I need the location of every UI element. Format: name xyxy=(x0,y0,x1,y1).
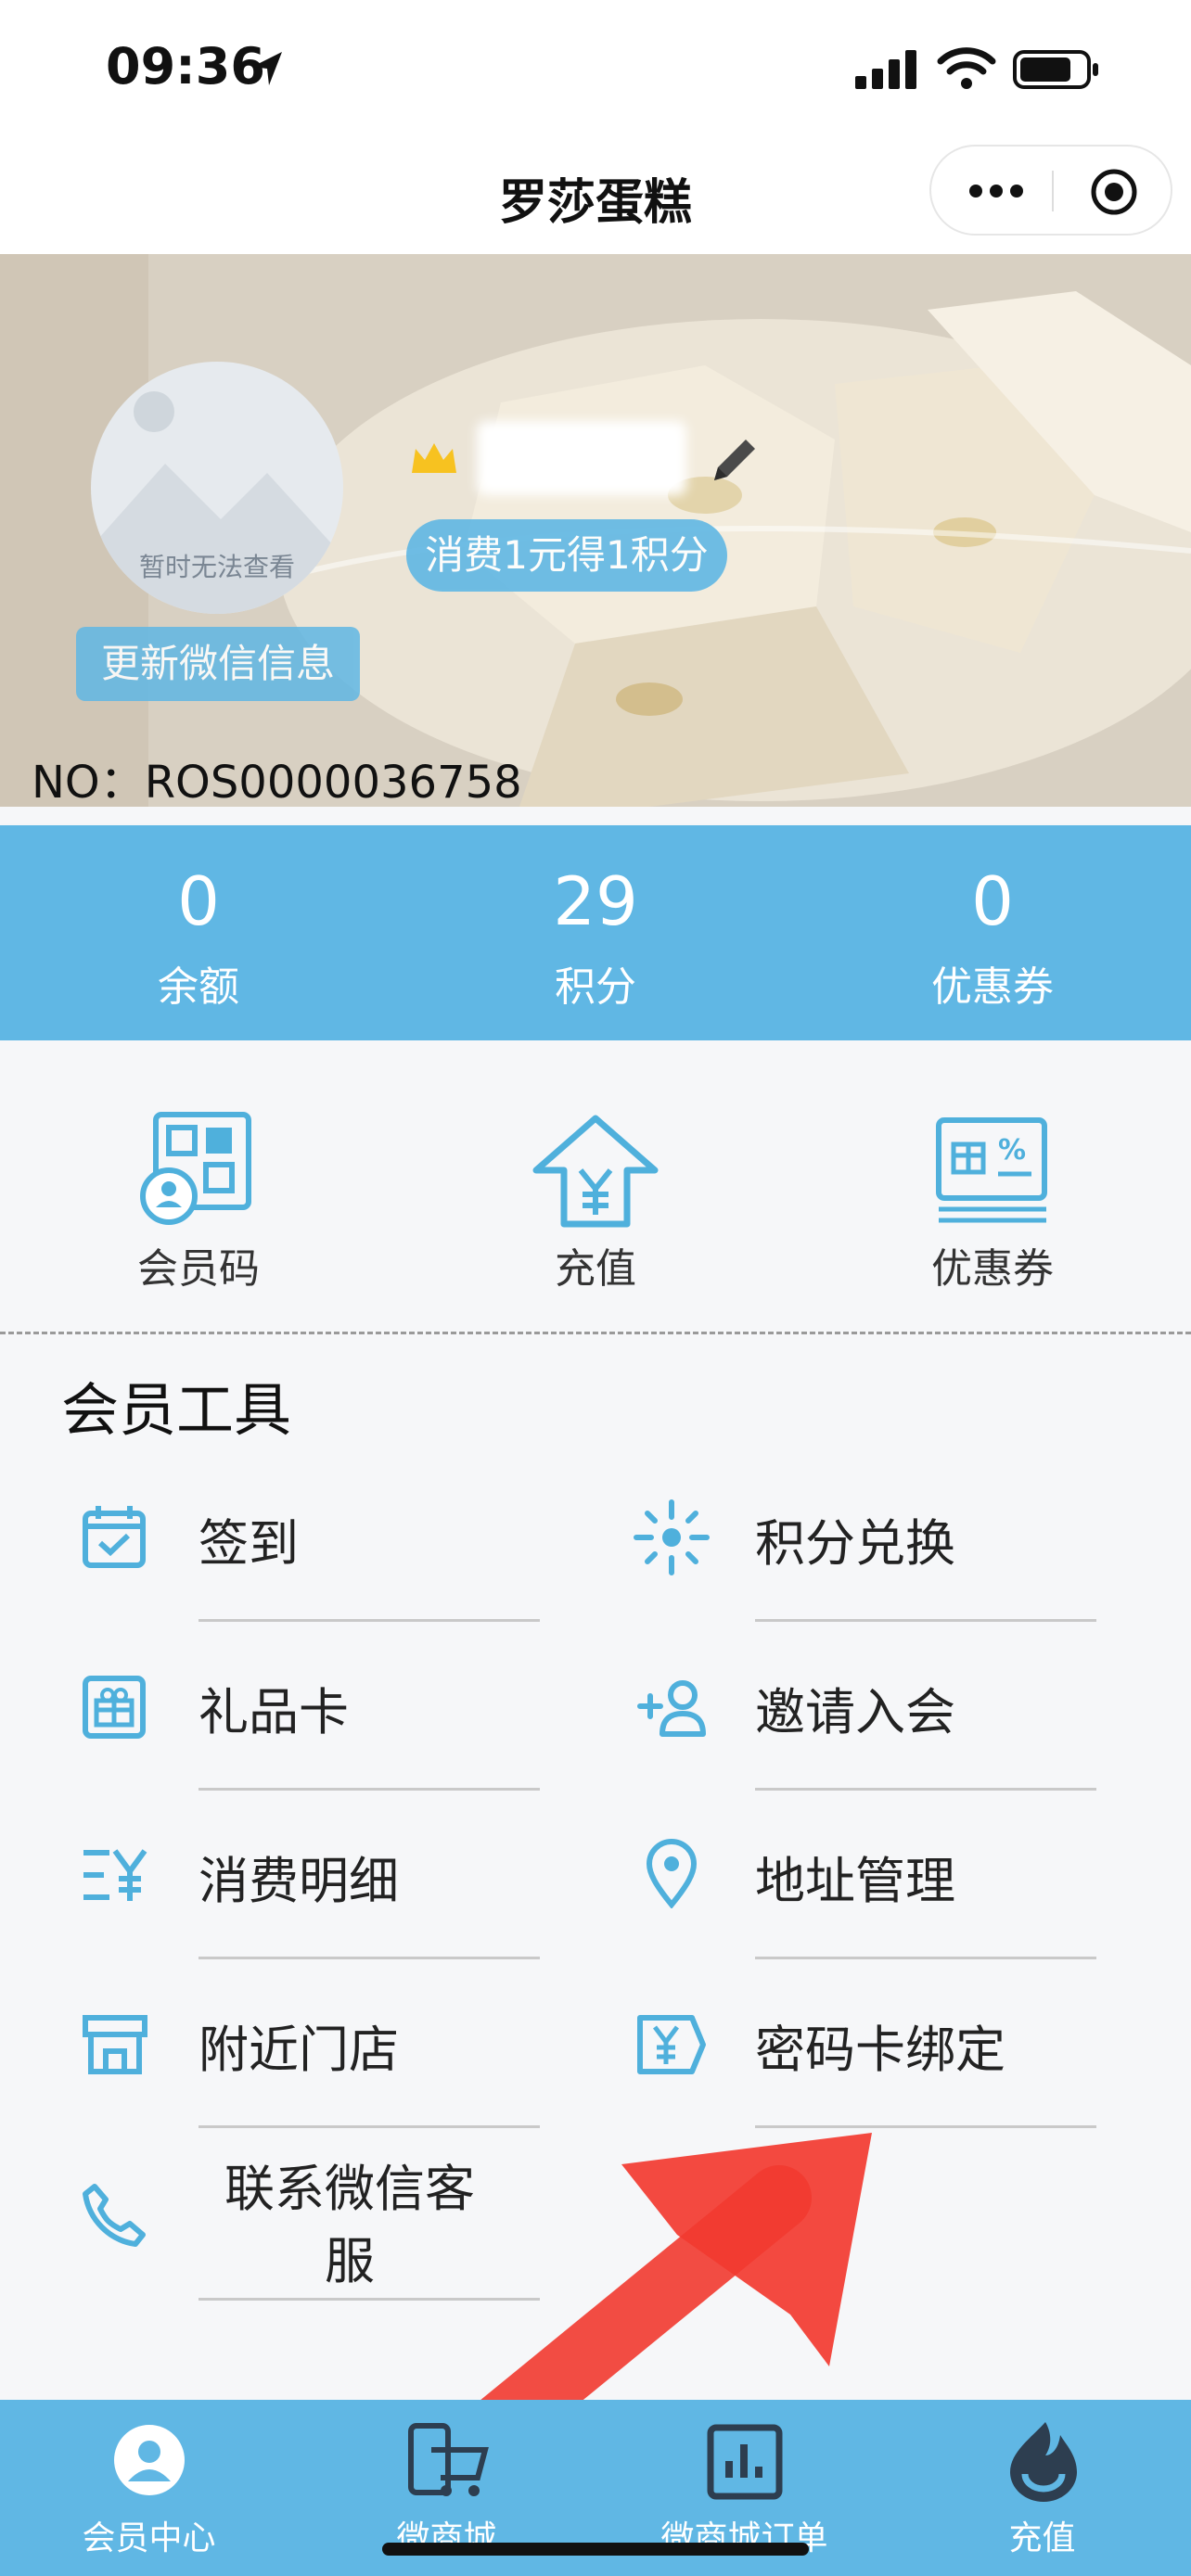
crown-icon xyxy=(412,443,456,473)
tool-divider xyxy=(755,1788,1096,1791)
coupon-icon: % xyxy=(936,1117,1047,1223)
tool-divider xyxy=(755,1619,1096,1622)
mini-program-capsule xyxy=(929,145,1172,236)
more-icon[interactable] xyxy=(967,178,1026,204)
capsule-divider xyxy=(1052,171,1054,211)
stat-label: 优惠券 xyxy=(931,963,1054,1011)
quick-label: 充值 xyxy=(555,1245,636,1293)
stat-balance[interactable]: 0 余额 xyxy=(0,825,397,1040)
store-icon xyxy=(83,2015,147,2074)
orders-chart-icon xyxy=(707,2424,783,2500)
member-qr-icon xyxy=(140,1112,251,1225)
edit-pencil-icon[interactable] xyxy=(705,430,764,490)
member-tools-title: 会员工具 xyxy=(61,1376,292,1444)
quick-coupon[interactable]: % 优惠券 xyxy=(794,1040,1191,1333)
tool-label: 密码卡绑定 xyxy=(755,2021,1005,2079)
tool-password-card[interactable]: 密码卡绑定 xyxy=(596,1962,1191,2131)
tool-points-exchange[interactable]: 积分兑换 xyxy=(596,1456,1191,1625)
member-number: NO：ROS0000036758 xyxy=(32,757,522,807)
stat-label: 余额 xyxy=(158,963,239,1011)
tool-consumption-detail[interactable]: 消费明细 xyxy=(0,1793,596,1962)
tool-label: 附近门店 xyxy=(198,2021,399,2079)
close-target-icon[interactable] xyxy=(1089,167,1139,217)
location-arrow-icon xyxy=(252,52,282,85)
quick-label: 会员码 xyxy=(137,1245,260,1293)
member-center-icon xyxy=(114,2425,185,2495)
svg-text:%: % xyxy=(998,1134,1026,1167)
tool-label: 签到 xyxy=(198,1514,299,1573)
tool-label: 积分兑换 xyxy=(755,1514,955,1573)
tab-label: 会员中心 xyxy=(82,2519,216,2557)
stat-coupons[interactable]: 0 优惠券 xyxy=(794,825,1191,1040)
profile-banner: 暂时无法查看 更新微信信息 消费1元得1积分 NO：ROS0000036758 xyxy=(0,254,1191,807)
quick-label: 优惠券 xyxy=(931,1245,1054,1293)
tool-gift-card[interactable]: 礼品卡 xyxy=(0,1625,596,1793)
tool-label: 礼品卡 xyxy=(198,1683,349,1741)
tab-recharge[interactable]: 充值 xyxy=(893,2400,1191,2576)
yen-list-icon xyxy=(83,1849,147,1901)
update-wechat-info-button[interactable]: 更新微信信息 xyxy=(76,627,360,701)
location-pin-icon xyxy=(646,1839,698,1908)
quick-member-code[interactable]: 会员码 xyxy=(0,1040,397,1333)
status-bar: 09:36 xyxy=(0,0,1191,139)
yen-ticket-icon xyxy=(637,2015,706,2074)
nickname-redacted xyxy=(477,421,686,495)
tab-member-center[interactable]: 会员中心 xyxy=(0,2400,298,2576)
points-rule-badge: 消费1元得1积分 xyxy=(406,519,727,592)
battery-icon xyxy=(1013,50,1098,89)
tool-label: 邀请入会 xyxy=(755,1683,955,1741)
account-stats: 0 余额 29 积分 0 优惠券 xyxy=(0,825,1191,1040)
tool-address[interactable]: 地址管理 xyxy=(596,1793,1191,1962)
stat-label: 积分 xyxy=(555,963,636,1011)
recharge-drop-icon xyxy=(1010,2422,1077,2502)
add-user-icon xyxy=(637,1680,706,1737)
tool-label: 地址管理 xyxy=(755,1852,955,1910)
sparkle-icon xyxy=(634,1499,710,1575)
tool-divider xyxy=(755,1957,1096,1959)
stat-value: 0 xyxy=(971,862,1014,940)
section-divider xyxy=(0,1332,1191,1334)
avatar-placeholder-text: 暂时无法查看 xyxy=(138,552,295,582)
cellular-signal-icon xyxy=(855,50,916,89)
tool-invite[interactable]: 邀请入会 xyxy=(596,1625,1191,1793)
tab-label: 充值 xyxy=(1008,2519,1076,2557)
shop-cart-icon xyxy=(408,2423,489,2496)
tool-sign-in[interactable]: 签到 xyxy=(0,1456,596,1625)
quick-actions: 会员码 充值 % 优惠券 xyxy=(0,1040,1191,1333)
gift-card-icon xyxy=(83,1676,146,1739)
phone-icon xyxy=(83,2184,146,2247)
wifi-icon xyxy=(937,47,996,89)
tool-divider xyxy=(198,1957,540,1959)
tool-label: 消费明细 xyxy=(198,1852,399,1910)
tool-divider xyxy=(198,1619,540,1622)
tool-divider xyxy=(198,1788,540,1791)
status-time: 09:36 xyxy=(106,37,265,96)
tool-nearby-stores[interactable]: 附近门店 xyxy=(0,1962,596,2131)
recharge-yen-icon xyxy=(532,1115,659,1228)
calendar-check-icon xyxy=(83,1506,146,1568)
home-indicator xyxy=(382,2543,809,2556)
quick-recharge[interactable]: 充值 xyxy=(397,1040,794,1333)
stat-points[interactable]: 29 积分 xyxy=(397,825,794,1040)
stat-value: 29 xyxy=(553,862,638,940)
avatar[interactable]: 暂时无法查看 xyxy=(91,362,343,614)
stat-value: 0 xyxy=(177,862,220,940)
